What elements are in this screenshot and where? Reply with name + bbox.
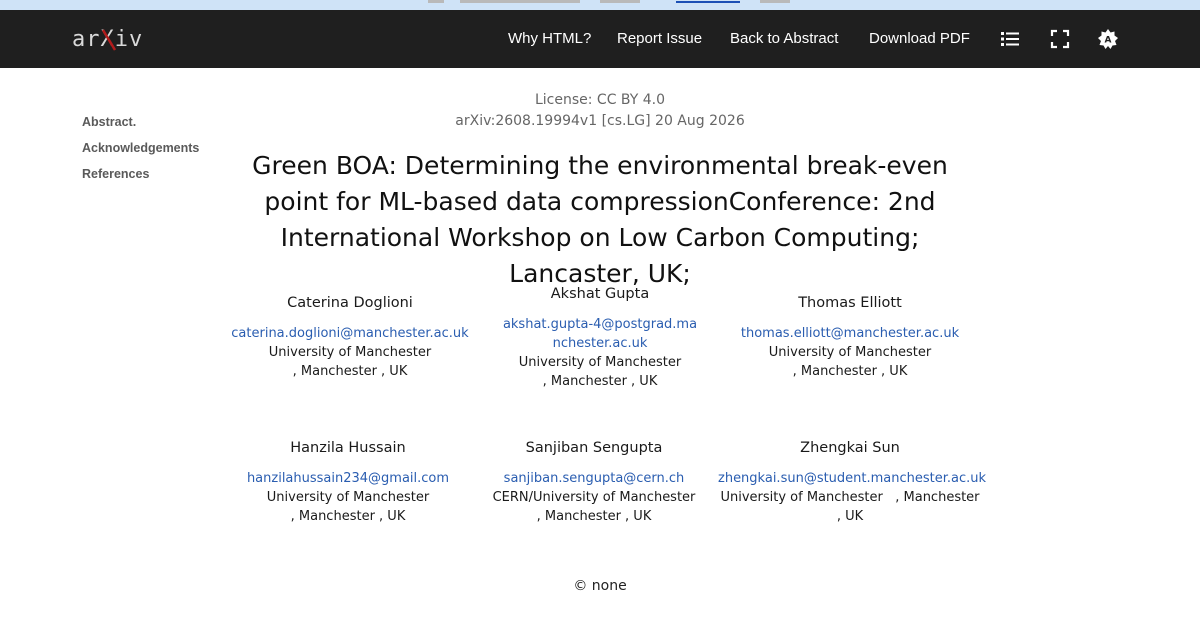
banner-icon bbox=[428, 0, 444, 3]
paper-title: Green BOA: Determining the environmental… bbox=[252, 151, 948, 288]
author-affiliation: University of Manchester bbox=[518, 355, 682, 370]
author-affiliation: University of Manchester bbox=[266, 490, 430, 505]
license-line: License: CC BY 4.0 bbox=[534, 92, 666, 108]
fullscreen-icon[interactable] bbox=[1049, 28, 1071, 50]
toc-item-acknowledgements[interactable]: Acknowledgements bbox=[82, 141, 199, 155]
arxiv-id-line: arXiv:2608.19994v1 [cs.LG] 20 Aug 2026 bbox=[455, 113, 745, 129]
author-email[interactable]: sanjiban.sengupta@cern.ch bbox=[474, 469, 714, 488]
author-name: Hanzila Hussain bbox=[290, 440, 406, 456]
toc-item-references[interactable]: References bbox=[82, 167, 199, 181]
arxiv-logo[interactable]: arXiv bbox=[72, 26, 142, 54]
banner-link[interactable] bbox=[676, 1, 740, 3]
theme-toggle-icon[interactable]: A bbox=[1097, 28, 1119, 50]
author-affiliation: University of Manchester bbox=[768, 345, 932, 360]
toc-item-abstract[interactable]: Abstract. bbox=[82, 115, 199, 129]
banner-text bbox=[600, 0, 640, 3]
author-location: , UK bbox=[836, 509, 864, 524]
author-name: Zhengkai Sun bbox=[800, 440, 900, 456]
why-html-link[interactable]: Why HTML? bbox=[508, 30, 591, 47]
author-email[interactable]: caterina.doglioni@manchester.ac.uk bbox=[230, 324, 470, 343]
author-location: , Manchester , UK bbox=[290, 509, 406, 524]
author-location: , Manchester , UK bbox=[542, 374, 658, 389]
copyright-notice: © none bbox=[573, 578, 627, 594]
browser-banner bbox=[0, 0, 1200, 10]
report-issue-link[interactable]: Report Issue bbox=[617, 30, 702, 47]
author-name: Akshat Gupta bbox=[550, 286, 650, 302]
banner-text bbox=[460, 0, 580, 3]
author-email[interactable]: hanzilahussain234@gmail.com bbox=[228, 469, 468, 488]
author-block: Sanjiban Sengupta sanjiban.sengupta@cern… bbox=[474, 439, 714, 526]
author-affiliation: CERN/University of Manchester bbox=[492, 490, 696, 505]
author-name: Thomas Elliott bbox=[798, 295, 902, 311]
banner-text bbox=[760, 0, 790, 3]
author-email[interactable]: thomas.elliott@manchester.ac.uk bbox=[730, 324, 970, 343]
author-email[interactable]: zhengkai.sun@student.manchester.ac.uk bbox=[718, 469, 986, 488]
author-block: Zhengkai Sun zhengkai.sun@student.manche… bbox=[718, 439, 986, 526]
author-block: Caterina Doglioni caterina.doglioni@manc… bbox=[230, 294, 470, 381]
author-location: , Manchester , UK bbox=[292, 364, 408, 379]
author-block: Thomas Elliott thomas.elliott@manchester… bbox=[730, 294, 970, 381]
logo-x-mark-icon bbox=[101, 29, 117, 51]
author-email[interactable]: akshat.gupta-4@postgrad.manchester.ac.uk bbox=[500, 315, 700, 353]
author-block: Akshat Gupta akshat.gupta-4@postgrad.man… bbox=[480, 285, 720, 391]
author-location: , Manchester , UK bbox=[792, 364, 908, 379]
download-pdf-link[interactable]: Download PDF bbox=[869, 30, 970, 47]
author-block: Hanzila Hussain hanzilahussain234@gmail.… bbox=[228, 439, 468, 526]
author-name: Sanjiban Sengupta bbox=[525, 440, 663, 456]
back-to-abstract-link[interactable]: Back to Abstract bbox=[730, 30, 838, 47]
author-location: , Manchester , UK bbox=[536, 509, 652, 524]
author-affiliation: University of Manchester , Manchester bbox=[720, 490, 980, 505]
svg-text:A: A bbox=[1105, 36, 1112, 46]
list-icon[interactable] bbox=[999, 28, 1021, 50]
table-of-contents: Abstract. Acknowledgements References bbox=[82, 115, 199, 193]
author-affiliation: University of Manchester bbox=[268, 345, 432, 360]
top-navbar: arXiv Why HTML? Report Issue Back to Abs… bbox=[0, 10, 1200, 68]
author-name: Caterina Doglioni bbox=[287, 295, 413, 311]
